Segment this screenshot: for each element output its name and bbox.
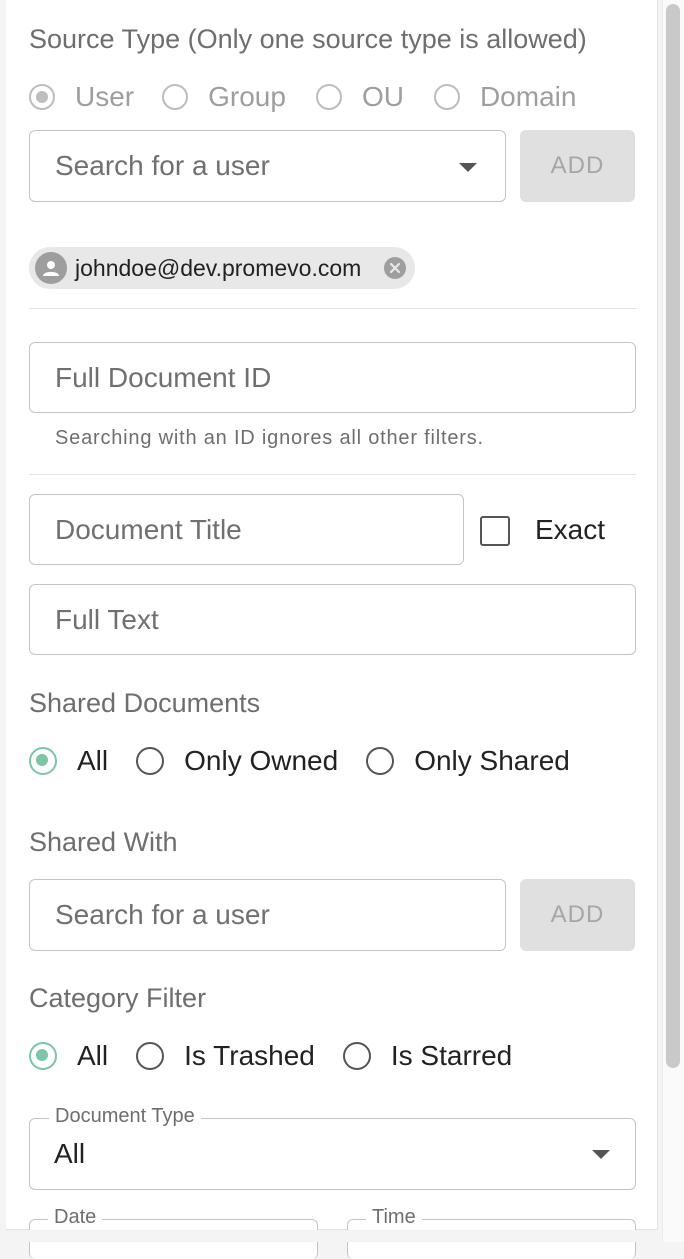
panel-bottom-edge [0, 1230, 662, 1242]
chevron-down-icon[interactable] [592, 1150, 610, 1159]
chip-label: johndoe@dev.promevo.com [75, 254, 362, 281]
search-placeholder: Search for a user [55, 150, 270, 181]
radio-selected-icon [29, 84, 55, 110]
full-text-placeholder: Full Text [55, 603, 159, 635]
category-all-radio[interactable]: All [29, 1040, 108, 1072]
selected-user-chip: johndoe@dev.promevo.com [29, 247, 415, 289]
radio-unselected-icon [366, 747, 395, 775]
search-placeholder: Search for a user [55, 899, 270, 930]
radio-unselected-icon [136, 747, 165, 775]
scrollbar-thumb[interactable] [666, 4, 680, 1068]
exact-checkbox[interactable] [480, 516, 510, 546]
radio-unselected-icon [433, 84, 460, 110]
radio-label: All [77, 1040, 109, 1071]
person-icon [35, 252, 67, 284]
category-is-starred-radio[interactable]: Is Starred [342, 1040, 513, 1072]
close-circle-icon[interactable] [384, 257, 406, 279]
shared-with-label: Shared With [29, 827, 178, 857]
document-type-label: Document Type [49, 1105, 201, 1128]
radio-label: Group [208, 81, 286, 112]
source-type-radio-group: User Group OU Domain [29, 81, 576, 113]
document-type-select[interactable] [29, 1118, 636, 1190]
document-title-placeholder: Document Title [55, 513, 242, 545]
radio-selected-icon [29, 747, 57, 775]
radio-label: Only Owned [184, 745, 339, 776]
category-filter-radio-group: All Is Trashed Is Starred [29, 1040, 512, 1072]
source-add-button[interactable]: ADD [520, 130, 635, 202]
divider [29, 474, 636, 475]
radio-unselected-icon [136, 1042, 165, 1070]
time-label: Time [366, 1206, 422, 1229]
radio-label: Is Trashed [184, 1040, 315, 1071]
document-id-placeholder: Full Document ID [55, 361, 272, 393]
document-type-value: All [54, 1138, 86, 1169]
shared-only-owned-radio[interactable]: Only Owned [136, 745, 338, 777]
radio-unselected-icon [315, 84, 342, 110]
radio-label: User [75, 81, 135, 112]
category-filter-label: Category Filter [29, 983, 207, 1013]
source-type-group-radio[interactable]: Group [162, 81, 286, 113]
source-type-ou-radio[interactable]: OU [315, 81, 404, 113]
shared-documents-radio-group: All Only Owned Only Shared [29, 745, 570, 777]
exact-label: Exact [535, 514, 606, 545]
category-is-trashed-radio[interactable]: Is Trashed [136, 1040, 315, 1072]
radio-label: Is Starred [390, 1040, 513, 1071]
radio-label: Domain [479, 81, 577, 112]
shared-only-shared-radio[interactable]: Only Shared [366, 745, 570, 777]
radio-label: All [77, 745, 109, 776]
shared-documents-label: Shared Documents [29, 688, 261, 718]
shared-with-user-search-input[interactable]: Search for a user [29, 879, 506, 951]
radio-label: Only Shared [414, 745, 570, 776]
full-text-input[interactable]: Full Text [29, 584, 636, 655]
source-type-label: Source Type (Only one source type is all… [29, 24, 587, 54]
document-title-input[interactable]: Document Title [29, 494, 464, 565]
divider [29, 308, 636, 309]
document-id-input[interactable]: Full Document ID [29, 342, 636, 413]
radio-selected-icon [29, 1042, 57, 1070]
shared-with-add-button[interactable]: ADD [520, 879, 635, 951]
radio-unselected-icon [342, 1042, 371, 1070]
radio-unselected-icon [162, 84, 189, 110]
date-label: Date [48, 1206, 103, 1229]
shared-all-radio[interactable]: All [29, 745, 108, 777]
source-type-user-radio[interactable]: User [29, 81, 134, 113]
source-type-domain-radio[interactable]: Domain [433, 81, 577, 113]
chevron-down-icon[interactable] [459, 163, 477, 172]
source-user-search-select[interactable]: Search for a user [29, 130, 506, 202]
document-id-helper-text: Searching with an ID ignores all other f… [55, 427, 484, 449]
radio-label: OU [361, 81, 404, 112]
